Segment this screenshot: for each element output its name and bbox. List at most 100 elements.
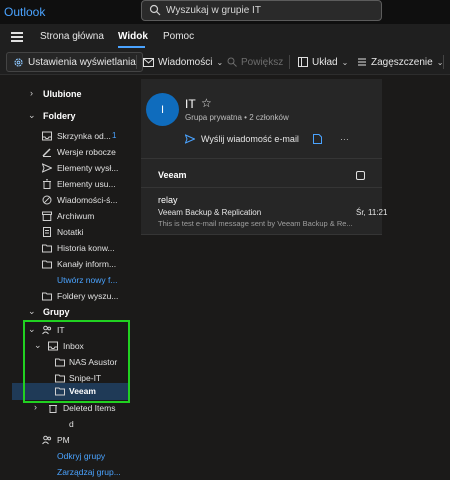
message-date: Śr, 11:21 xyxy=(356,208,388,217)
mail-icon xyxy=(143,57,154,67)
search-icon xyxy=(149,4,161,16)
menu-icon[interactable] xyxy=(11,32,23,42)
message-subject: Veeam Backup & Replication xyxy=(158,208,262,217)
folder-label: d xyxy=(69,419,74,429)
density-label: Zagęszczenie xyxy=(371,56,433,68)
top-bar: Outlook Wyszukaj w grupie IT xyxy=(0,0,450,24)
send-icon xyxy=(42,163,52,173)
divider xyxy=(141,158,382,159)
folder-label: Elementy usu... xyxy=(57,179,116,189)
folder-rss[interactable]: Kanały inform... xyxy=(0,256,141,272)
layout-button[interactable]: Układ ⌄ xyxy=(298,54,348,70)
send-email-button[interactable]: Wyślij wiadomość e-mail ··· xyxy=(185,134,349,144)
view-settings-label: Ustawienia wyświetlania xyxy=(28,56,136,68)
folder-label: Skrzynka od... xyxy=(57,131,111,141)
manage-groups-label: Zarządzaj grup... xyxy=(57,467,121,477)
folder-inbox[interactable]: Skrzynka od... 1 xyxy=(0,128,141,144)
zoom-label: Powiększ xyxy=(241,56,284,68)
ribbon-tabs: Strona główna Widok Pomoc xyxy=(0,24,450,49)
junk-icon xyxy=(42,195,52,205)
divider xyxy=(141,187,382,188)
folder-junk[interactable]: Wiadomości-ś... xyxy=(0,192,141,208)
folder-label: Kanały inform... xyxy=(57,259,117,269)
folder-label: Wiadomości-ś... xyxy=(57,195,118,205)
create-folder-label: Utwórz nowy f... xyxy=(57,275,118,285)
folder-sent[interactable]: Elementy wysł... xyxy=(0,160,141,176)
density-icon xyxy=(358,58,366,66)
chevron-right-icon: › xyxy=(30,88,33,98)
folder-archive[interactable]: Archiwum xyxy=(0,208,141,224)
trash-icon xyxy=(43,179,51,189)
zoom-button[interactable]: Powiększ xyxy=(227,54,283,70)
discover-groups-link[interactable]: Odkryj grupy xyxy=(0,448,141,464)
chevron-down-icon: ⌄ xyxy=(341,57,349,67)
folder-label: Notatki xyxy=(57,227,84,237)
favorites-section[interactable]: › Ulubione xyxy=(0,86,141,102)
active-tab-indicator xyxy=(118,46,145,48)
folder-label: Wersje robocze xyxy=(57,147,116,157)
group-label: PM xyxy=(57,435,70,445)
group-name[interactable]: IT xyxy=(185,97,196,111)
chevron-right-icon: › xyxy=(34,402,37,412)
zoom-icon xyxy=(227,57,237,67)
avatar[interactable]: I xyxy=(146,93,179,126)
message-preview: This is test e-mail message sent by Veea… xyxy=(158,219,353,228)
star-icon[interactable]: ☆ xyxy=(201,96,212,110)
density-button[interactable]: Zagęszczenie ⌄ xyxy=(357,54,443,70)
create-folder-link[interactable]: Utwórz nowy f... xyxy=(0,272,141,288)
message-sender: relay xyxy=(158,195,178,205)
pencil-icon xyxy=(42,148,51,157)
group-members[interactable]: 2 członków xyxy=(249,113,289,122)
folder-icon xyxy=(42,292,52,301)
search-box[interactable]: Wyszukaj w grupie IT xyxy=(141,0,382,21)
divider xyxy=(289,55,290,69)
folder-header: Veeam xyxy=(158,170,187,180)
divider xyxy=(141,234,382,235)
groups-label: Grupy xyxy=(43,307,70,317)
folder-search-folders[interactable]: Foldery wyszu... xyxy=(0,288,141,304)
messages-button[interactable]: Wiadomości ⌄ xyxy=(143,54,223,70)
divider xyxy=(443,55,444,69)
discover-groups-label: Odkryj grupy xyxy=(57,451,106,461)
chevron-down-icon: ⌄ xyxy=(216,57,224,67)
app-title[interactable]: Outlook xyxy=(4,5,45,19)
people-icon xyxy=(42,435,52,445)
view-settings-button[interactable]: Ustawienia wyświetlania xyxy=(6,52,143,72)
folder-d[interactable]: d xyxy=(0,416,141,432)
folder-icon xyxy=(42,244,52,253)
folder-label: Elementy wysł... xyxy=(57,163,119,173)
groups-section[interactable]: ⌄ Grupy xyxy=(0,304,141,320)
search-input[interactable]: Wyszukaj w grupie IT xyxy=(166,5,261,16)
gear-icon xyxy=(14,57,23,67)
document-icon[interactable] xyxy=(312,134,322,144)
tab-help[interactable]: Pomoc xyxy=(163,31,194,42)
favorites-label: Ulubione xyxy=(43,89,82,99)
group-meta: Grupa prywatna • 2 członków xyxy=(185,113,289,122)
layout-icon xyxy=(298,57,308,67)
folder-icon xyxy=(42,260,52,269)
inbox-icon xyxy=(42,131,52,141)
tab-home[interactable]: Strona główna xyxy=(40,31,104,42)
send-email-label: Wyślij wiadomość e-mail xyxy=(201,134,299,144)
tab-view[interactable]: Widok xyxy=(118,31,148,42)
folders-section[interactable]: ⌄ Foldery xyxy=(0,108,141,124)
send-icon xyxy=(185,134,195,144)
folders-label: Foldery xyxy=(43,111,76,121)
messages-label: Wiadomości xyxy=(158,56,213,68)
chevron-down-icon: ⌄ xyxy=(28,306,36,316)
folder-deleted[interactable]: Elementy usu... xyxy=(0,176,141,192)
folder-label: Foldery wyszu... xyxy=(57,291,119,301)
folder-conversation-history[interactable]: Historia konw... xyxy=(0,240,141,256)
manage-groups-link[interactable]: Zarządzaj grup... xyxy=(0,464,141,480)
group-pm[interactable]: PM xyxy=(0,432,141,448)
toolbar: Ustawienia wyświetlania Wiadomości ⌄ Pow… xyxy=(0,49,450,75)
folder-notes[interactable]: Notatki xyxy=(0,224,141,240)
folder-drafts[interactable]: Wersje robocze xyxy=(0,144,141,160)
highlight-box xyxy=(23,320,130,403)
unread-count: 1 xyxy=(112,131,117,140)
layout-label: Układ xyxy=(312,56,338,68)
more-options-icon[interactable]: ··· xyxy=(340,134,349,144)
chevron-down-icon: ⌄ xyxy=(28,110,36,120)
folder-label: Historia konw... xyxy=(57,243,115,253)
select-all-checkbox-icon[interactable] xyxy=(356,171,365,180)
